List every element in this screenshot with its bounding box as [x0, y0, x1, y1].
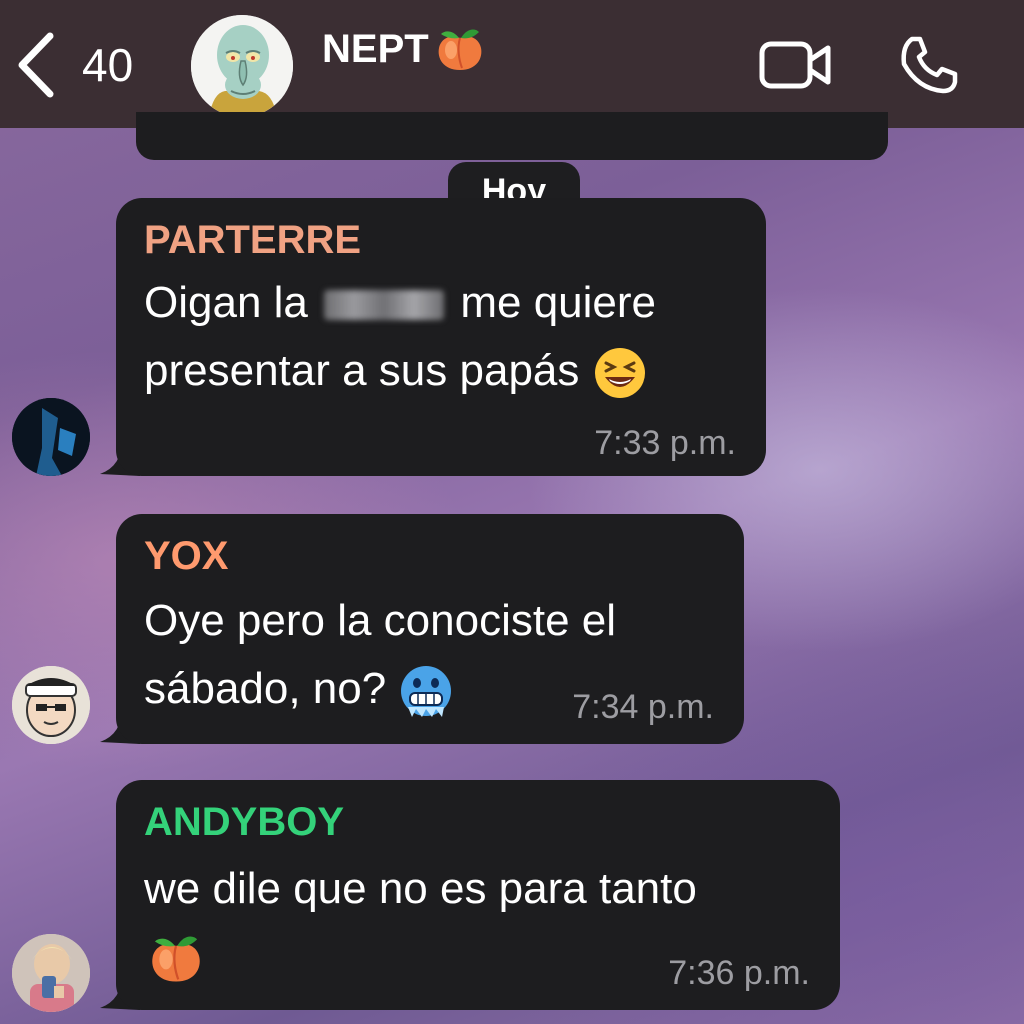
- video-camera-icon: [759, 41, 831, 89]
- previous-message-bubble: [136, 112, 888, 160]
- sender-name[interactable]: YOX: [144, 534, 228, 579]
- user-avatar-icon: [12, 934, 90, 1012]
- chat-header: 40 NEPT: [0, 0, 1024, 128]
- message-text-part: presentar a sus papás: [144, 346, 580, 395]
- video-call-button[interactable]: [758, 38, 834, 92]
- message-text-line: we dile que no es para tanto: [144, 864, 697, 913]
- avatar-yox[interactable]: [12, 666, 90, 744]
- user-avatar-icon: [12, 666, 90, 744]
- chevron-left-icon: [18, 32, 54, 98]
- chat-title[interactable]: NEPT: [322, 22, 487, 76]
- message-time: 7:33 p.m.: [594, 424, 736, 462]
- peach-emoji-icon: [438, 29, 482, 70]
- phone-icon: [901, 36, 958, 94]
- user-avatar-icon: [12, 398, 90, 476]
- group-avatar[interactable]: [191, 15, 293, 117]
- message-time: 7:34 p.m.: [572, 688, 714, 726]
- message-text-line: sábado, no?: [144, 656, 454, 722]
- message-bubble[interactable]: YOX Oye pero la conociste el sábado, no?…: [116, 514, 744, 744]
- message-text-part: me quiere: [460, 278, 657, 327]
- back-button[interactable]: [14, 30, 74, 100]
- chat-title-text: NEPT: [322, 26, 429, 71]
- laughing-face-emoji-icon: [594, 348, 645, 399]
- cold-face-emoji-icon: [401, 666, 452, 718]
- squidward-avatar-icon: [191, 15, 293, 117]
- voice-call-button[interactable]: [898, 34, 960, 96]
- message-bubble[interactable]: PARTERRE Oigan la me quiere presentar a …: [116, 198, 766, 476]
- message-text-line: Oye pero la conociste el: [144, 596, 617, 645]
- message-text-part: sábado, no?: [144, 664, 387, 713]
- message-time: 7:36 p.m.: [668, 954, 810, 992]
- message-bubble[interactable]: ANDYBOY we dile que no es para tanto 7:3…: [116, 780, 840, 1010]
- message-text-line: Oigan la me quiere: [144, 270, 656, 336]
- peach-emoji-icon: [152, 936, 200, 982]
- message-text-part: Oigan la: [144, 278, 308, 327]
- censored-word: [324, 290, 445, 321]
- unread-count[interactable]: 40: [82, 38, 133, 92]
- sender-name[interactable]: PARTERRE: [144, 218, 361, 263]
- avatar-parterre[interactable]: [12, 398, 90, 476]
- avatar-andyboy[interactable]: [12, 934, 90, 1012]
- message-text-line: presentar a sus papás: [144, 338, 648, 404]
- sender-name[interactable]: ANDYBOY: [144, 800, 344, 845]
